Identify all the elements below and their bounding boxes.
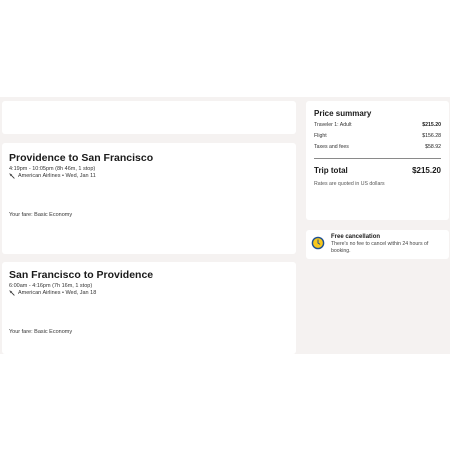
flight-title: San Francisco to Providence	[9, 269, 154, 281]
price-row-label: Taxes and fees	[314, 144, 349, 150]
price-row-taxes: Taxes and fees $58.92	[314, 144, 441, 150]
trip-total-value: $215.20	[412, 166, 441, 175]
flight-card-return: San Francisco to Providence 6:00am - 4:1…	[2, 262, 296, 354]
price-row-value: $58.92	[425, 144, 441, 150]
fare-type: Your fare: Basic Economy	[9, 212, 73, 218]
flight-airline: American Airlines • Wed, Jan 11	[18, 173, 96, 179]
price-summary-card: Price summary Traveler 1: Adult $215.20 …	[306, 101, 449, 220]
flight-airline: American Airlines • Wed, Jan 18	[18, 290, 97, 296]
top-placeholder-card	[2, 101, 296, 134]
fare-type: Your fare: Basic Economy	[9, 329, 73, 335]
price-summary-title: Price summary	[314, 109, 372, 118]
flight-airline-row: American Airlines • Wed, Jan 11	[9, 173, 96, 179]
currency-note: Rates are quoted in US dollars	[314, 181, 385, 187]
price-row-flight: Flight $156.28	[314, 133, 441, 139]
price-row-label: Flight	[314, 133, 327, 139]
price-divider	[314, 158, 441, 159]
flight-card-outbound: Providence to San Francisco 4:19pm - 10:…	[2, 143, 296, 254]
clock-icon	[311, 236, 325, 250]
flight-title: Providence to San Francisco	[9, 152, 154, 164]
free-cancellation-text: There's no fee to cancel within 24 hours…	[331, 241, 429, 254]
flight-times: 4:19pm - 10:05pm (8h 46m, 1 stop)	[9, 166, 96, 172]
trip-total-row: Trip total $215.20	[314, 166, 441, 175]
price-row-value: $156.28	[422, 133, 441, 139]
trip-total-label: Trip total	[314, 166, 348, 175]
flight-airline-row: American Airlines • Wed, Jan 18	[9, 290, 96, 296]
airplane-icon	[9, 290, 15, 296]
airplane-icon	[9, 173, 15, 179]
price-row-label: Traveler 1: Adult	[314, 122, 352, 128]
flight-times: 6:00am - 4:16pm (7h 16m, 1 stop)	[9, 283, 93, 289]
free-cancellation-title: Free cancellation	[331, 234, 381, 240]
price-row-traveler: Traveler 1: Adult $215.20	[314, 122, 441, 128]
price-row-value: $215.20	[422, 122, 441, 128]
free-cancellation-card: Free cancellation There's no fee to canc…	[306, 230, 449, 259]
